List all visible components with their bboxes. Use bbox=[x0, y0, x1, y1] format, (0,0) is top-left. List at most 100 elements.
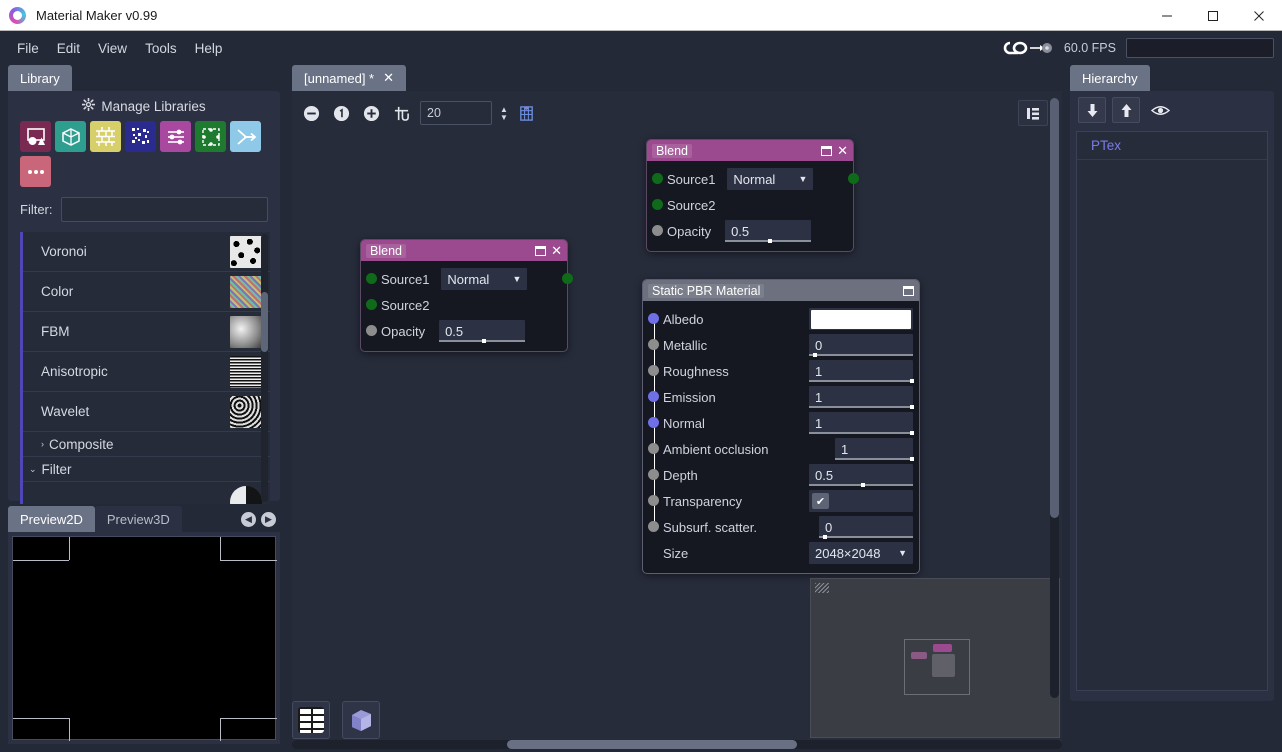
input-port-albedo[interactable] bbox=[648, 313, 659, 324]
maximize-icon[interactable] bbox=[535, 245, 547, 256]
material-3d-button[interactable] bbox=[342, 701, 380, 739]
input-port-source2[interactable] bbox=[652, 199, 663, 210]
noise-library-icon[interactable] bbox=[125, 121, 156, 152]
more-library-icon[interactable] bbox=[20, 156, 51, 187]
menu-help[interactable]: Help bbox=[186, 37, 232, 60]
node-header[interactable]: Static PBR Material bbox=[643, 280, 919, 301]
filter-input[interactable] bbox=[60, 197, 268, 222]
slider-knob[interactable] bbox=[822, 535, 827, 539]
input-port-depth[interactable] bbox=[648, 469, 659, 480]
transparency-checkbox[interactable]: ✔ bbox=[812, 493, 829, 509]
output-port[interactable] bbox=[848, 173, 859, 184]
roughness-input[interactable]: 1 bbox=[809, 360, 914, 383]
depth-input[interactable]: 0.5 bbox=[809, 464, 913, 487]
slider-knob[interactable] bbox=[861, 483, 865, 487]
node-blend-1[interactable]: Blend ✕ Source1 Normal ▼ Source2 Opacity… bbox=[360, 239, 573, 352]
subsurf-scatter-input[interactable]: 0 bbox=[819, 516, 913, 539]
mesh-library-icon[interactable] bbox=[55, 121, 86, 152]
zoom-in-icon[interactable] bbox=[360, 102, 382, 124]
maximize-icon[interactable] bbox=[903, 285, 914, 296]
snap-value-input[interactable] bbox=[420, 101, 492, 125]
list-item[interactable]: FBM bbox=[23, 312, 270, 352]
input-port-normal[interactable] bbox=[648, 417, 659, 428]
node-static-pbr-material[interactable]: Static PBR Material Albedo Metallic 0 Ro… bbox=[642, 279, 920, 574]
graph-library-icon[interactable] bbox=[195, 121, 226, 152]
zoom-out-icon[interactable] bbox=[300, 102, 322, 124]
menu-tools[interactable]: Tools bbox=[136, 37, 186, 60]
library-group-composite[interactable]: › Composite bbox=[23, 432, 270, 457]
graph-minimap[interactable] bbox=[810, 578, 1060, 738]
node-header[interactable]: Blend ✕ bbox=[647, 140, 853, 161]
input-port-metallic[interactable] bbox=[648, 339, 659, 350]
chevron-right-icon[interactable]: ▶ bbox=[261, 511, 276, 527]
close-icon[interactable]: ✕ bbox=[551, 244, 562, 257]
menu-file[interactable]: File bbox=[8, 37, 48, 60]
slider-knob[interactable] bbox=[909, 457, 914, 461]
slider-knob[interactable] bbox=[909, 431, 914, 435]
opacity-input[interactable]: 0.5 bbox=[725, 220, 812, 243]
spinner-down-icon[interactable]: ▼ bbox=[500, 113, 508, 121]
albedo-color-swatch[interactable] bbox=[811, 309, 911, 329]
slider-knob[interactable] bbox=[482, 339, 487, 343]
input-port-source2[interactable] bbox=[366, 299, 377, 310]
preview2d-canvas[interactable] bbox=[12, 536, 277, 741]
arrow-down-icon[interactable] bbox=[1078, 97, 1106, 123]
transparency-field[interactable]: ✔ bbox=[809, 490, 913, 512]
tab-unnamed-project[interactable]: [unnamed] * ✕ bbox=[292, 65, 407, 91]
output-port[interactable] bbox=[562, 273, 573, 284]
manage-libraries-button[interactable]: Manage Libraries bbox=[8, 91, 280, 121]
slider-knob[interactable] bbox=[813, 353, 818, 357]
close-icon[interactable]: ✕ bbox=[837, 144, 848, 157]
graph-horizontal-scrollbar[interactable] bbox=[292, 740, 1062, 749]
slider-knob[interactable] bbox=[768, 239, 773, 243]
grid-toggle-icon[interactable] bbox=[516, 102, 538, 124]
slider-track[interactable] bbox=[835, 458, 913, 460]
input-port-roughness[interactable] bbox=[648, 365, 659, 376]
opacity-input[interactable]: 0.5 bbox=[439, 320, 526, 343]
slider-track[interactable] bbox=[819, 536, 913, 538]
slider-knob[interactable] bbox=[909, 405, 914, 409]
emission-input[interactable]: 1 bbox=[809, 386, 914, 409]
slider-track[interactable] bbox=[809, 354, 913, 356]
menu-view[interactable]: View bbox=[89, 37, 136, 60]
slider-knob[interactable] bbox=[909, 379, 914, 383]
graph-vertical-scrollbar[interactable] bbox=[1050, 98, 1059, 698]
list-item[interactable]: Anisotropic bbox=[23, 352, 270, 392]
close-button[interactable] bbox=[1236, 0, 1282, 31]
zoom-reset-icon[interactable] bbox=[330, 102, 352, 124]
tab-preview3d[interactable]: Preview3D bbox=[94, 506, 182, 532]
input-port-source1[interactable] bbox=[366, 273, 377, 284]
transform-library-icon[interactable] bbox=[230, 121, 261, 152]
tab-preview2d[interactable]: Preview2D bbox=[8, 506, 95, 532]
chain-link-icon[interactable] bbox=[998, 39, 1054, 57]
bricks-library-icon[interactable] bbox=[90, 121, 121, 152]
visibility-eye-icon[interactable] bbox=[1146, 97, 1174, 123]
hierarchy-item-ptex[interactable]: PTex bbox=[1077, 132, 1267, 160]
filters-library-icon[interactable] bbox=[160, 121, 191, 152]
hierarchy-list[interactable]: PTex bbox=[1076, 131, 1268, 691]
input-port-subsurf-scatter[interactable] bbox=[648, 521, 659, 532]
tab-library[interactable]: Library bbox=[8, 65, 72, 91]
snap-spinner[interactable]: ▲ ▼ bbox=[500, 105, 508, 121]
spinner-up-icon[interactable]: ▲ bbox=[500, 105, 508, 113]
size-select[interactable]: 2048×2048 ▼ bbox=[809, 542, 913, 564]
slider-track[interactable] bbox=[809, 406, 913, 408]
input-port-opacity[interactable] bbox=[366, 325, 377, 336]
maximize-button[interactable] bbox=[1190, 0, 1236, 31]
input-port-emission[interactable] bbox=[648, 391, 659, 402]
list-item[interactable]: Wavelet bbox=[23, 392, 270, 432]
albedo-color-field[interactable] bbox=[809, 308, 913, 330]
input-port-ambient-occlusion[interactable] bbox=[648, 443, 659, 454]
shapes-library-icon[interactable] bbox=[20, 121, 51, 152]
input-port-source1[interactable] bbox=[652, 173, 663, 184]
list-item[interactable]: Color bbox=[23, 272, 270, 312]
minimize-button[interactable] bbox=[1144, 0, 1190, 31]
material-2d-button[interactable] bbox=[292, 701, 330, 739]
list-item[interactable]: Voronoi bbox=[23, 232, 270, 272]
close-icon[interactable]: ✕ bbox=[383, 70, 394, 86]
blend-mode-select[interactable]: Normal ▼ bbox=[441, 268, 528, 290]
library-group-filter[interactable]: ⌄ Filter bbox=[23, 457, 270, 482]
graph-canvas[interactable]: ▲ ▼ Blend ✕ bbox=[292, 91, 1062, 744]
node-header[interactable]: Blend ✕ bbox=[361, 240, 567, 261]
graph-hierarchy-icon[interactable] bbox=[1018, 100, 1048, 126]
